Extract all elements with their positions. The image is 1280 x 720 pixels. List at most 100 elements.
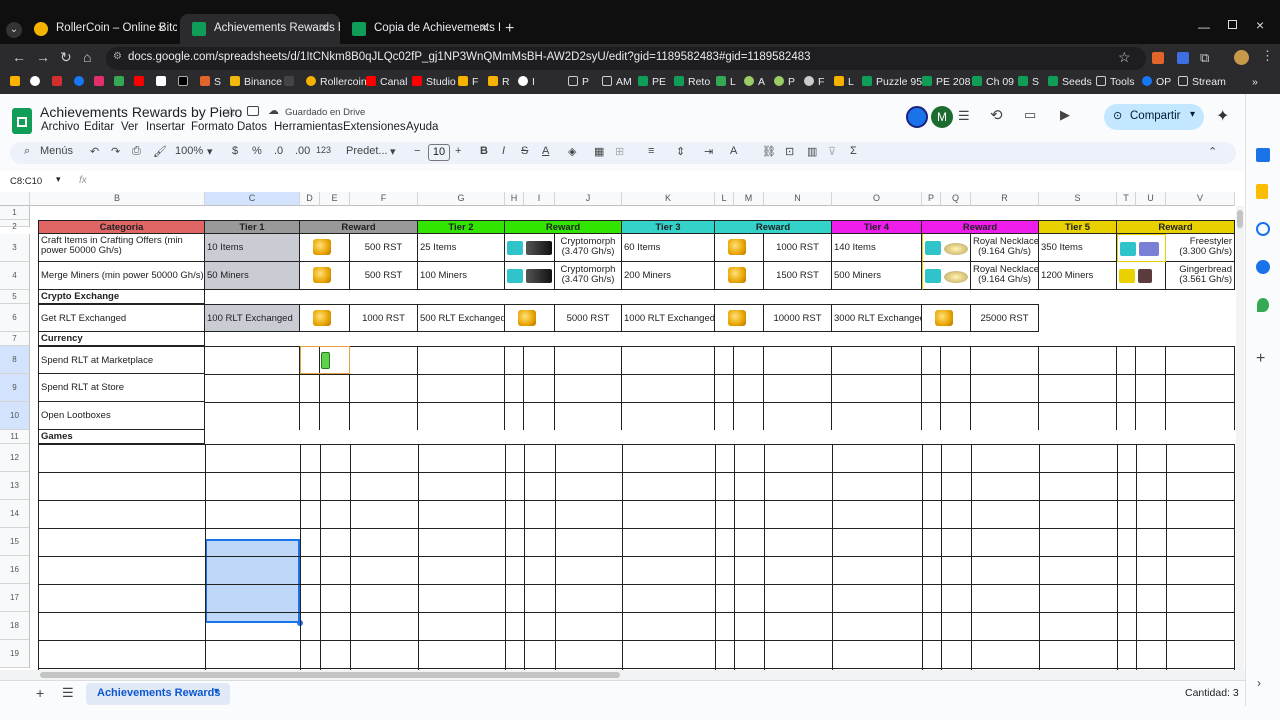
bookmark-op[interactable]: OP	[1142, 76, 1171, 88]
vertical-scrollbar[interactable]	[1236, 206, 1244, 670]
cell-category[interactable]: Get RLT Exchanged	[38, 304, 205, 332]
menu-editar[interactable]: Editar	[84, 121, 114, 133]
add-sheet-icon[interactable]: +	[36, 685, 44, 701]
minimize-window-icon[interactable]: —	[1198, 20, 1210, 34]
header-tier1[interactable]: Tier 1	[205, 220, 300, 234]
header-tier2[interactable]: Tier 2	[418, 220, 505, 234]
menu-ver[interactable]: Ver	[121, 121, 138, 133]
bookmark-seeds[interactable]: Seeds	[1048, 76, 1092, 88]
header-tier5[interactable]: Tier 5	[1039, 220, 1117, 234]
bookmark-x-icon[interactable]	[178, 76, 192, 88]
bookmark-icon-only[interactable]	[114, 76, 128, 88]
cell-reward2[interactable]: 5000 RST	[555, 304, 622, 332]
cell-tier1[interactable]: 50 Miners	[205, 262, 300, 290]
insert-link-icon[interactable]: ⛓	[762, 145, 776, 158]
close-tab-icon[interactable]: ×	[157, 20, 165, 35]
cell-tier5[interactable]: 1200 Miners	[1039, 262, 1117, 290]
text-rotation-icon[interactable]: A	[730, 145, 737, 157]
cell-tier3[interactable]: 60 Items	[622, 234, 715, 262]
menu-archivo[interactable]: Archivo	[41, 121, 79, 133]
chevron-down-icon[interactable]: ▾	[207, 145, 213, 158]
row-header[interactable]: 14	[0, 500, 30, 528]
home-icon[interactable]: ⌂	[83, 49, 91, 65]
share-button[interactable]: ⊙ Compartir ▾	[1104, 104, 1204, 130]
cell-tier4[interactable]: 3000 RLT Exchanged	[832, 304, 922, 332]
bookmark-icon-only[interactable]	[156, 76, 170, 88]
formula-input[interactable]	[100, 172, 1240, 191]
cell-reward1-icon[interactable]	[300, 304, 350, 332]
extension-icon[interactable]	[1152, 52, 1164, 64]
cell-tier4[interactable]: 500 Miners	[832, 262, 922, 290]
cell-reward3-icon[interactable]	[715, 304, 764, 332]
cell-reward2-icon[interactable]	[505, 262, 555, 290]
bookmark-f2[interactable]: F	[804, 76, 824, 88]
cell-tier1[interactable]: 100 RLT Exchanged	[205, 304, 300, 332]
calendar-icon[interactable]	[1256, 148, 1270, 162]
bookmark-icon-only[interactable]	[74, 76, 88, 88]
header-tier4[interactable]: Tier 4	[832, 220, 922, 234]
cell-reward5[interactable]: Freestyler (3.300 Gh/s)	[1166, 234, 1235, 262]
keep-icon[interactable]	[1256, 184, 1268, 199]
browser-tab-copia[interactable]: Copia de Achievements Reward ×	[340, 14, 500, 44]
column-header[interactable]: R	[971, 192, 1039, 206]
row-header[interactable]: 12	[0, 444, 30, 472]
bookmark-r[interactable]: R	[488, 76, 510, 88]
text-wrap-icon[interactable]: ⇥	[704, 145, 713, 158]
back-icon[interactable]: ←	[12, 49, 26, 65]
increase-decimals[interactable]: .00	[295, 145, 310, 157]
name-box[interactable]: C8:C10	[10, 176, 42, 187]
sheet-tab-active[interactable]: Achievements Rewards ▾	[86, 683, 230, 705]
cell-tier3[interactable]: 200 Miners	[622, 262, 715, 290]
cell-reward1[interactable]: 500 RST	[350, 262, 418, 290]
version-history-icon[interactable]: ⟲	[990, 106, 1003, 124]
cell-tier3[interactable]: 1000 RLT Exchanged	[622, 304, 715, 332]
cell-tier4[interactable]: 140 Items	[832, 234, 922, 262]
star-icon[interactable]: ☆	[225, 104, 237, 120]
cell-reward3[interactable]: 10000 RST	[764, 304, 832, 332]
bookmark-reto[interactable]: Reto	[674, 76, 710, 88]
cell-reward1[interactable]: 500 RST	[350, 234, 418, 262]
cell-tier5[interactable]: 350 Items	[1039, 234, 1117, 262]
comments-icon[interactable]: ▭	[1024, 107, 1036, 123]
functions-icon[interactable]: Σ	[850, 145, 857, 157]
all-sheets-icon[interactable]: ☰	[62, 685, 74, 701]
font-select[interactable]: Predet...	[346, 145, 388, 157]
row-header[interactable]: 3	[0, 234, 30, 262]
row-header[interactable]: 9	[0, 374, 30, 402]
sheets-logo-icon[interactable]	[12, 108, 32, 134]
cell-reward4[interactable]: Royal Necklace (9.164 Gh/s)	[971, 262, 1039, 290]
more-formats[interactable]: 123	[316, 145, 331, 155]
font-size-input[interactable]: 10	[428, 144, 450, 161]
tab-list-chevron-icon[interactable]: ⌄	[6, 22, 22, 38]
menu-insertar[interactable]: Insertar	[146, 121, 185, 133]
document-title[interactable]: Achievements Rewards by Piero	[40, 104, 242, 120]
row-header[interactable]: 1	[0, 206, 30, 220]
bookmark-f[interactable]: F	[458, 76, 478, 88]
column-header[interactable]: K	[622, 192, 715, 206]
bookmark-icon-only[interactable]	[30, 76, 44, 88]
cell-tier2[interactable]: 500 RLT Exchanged	[418, 304, 505, 332]
bookmark-icon-only[interactable]	[52, 76, 66, 88]
meet-icon[interactable]: ▶	[1060, 107, 1070, 123]
bookmark-studio[interactable]: Studio	[412, 76, 456, 88]
scrollbar-thumb[interactable]	[1237, 210, 1243, 228]
row-header[interactable]: 11	[0, 430, 30, 444]
horizontal-scrollbar[interactable]	[0, 670, 1245, 680]
text-color-icon[interactable]: A	[542, 145, 549, 157]
bookmark-l[interactable]: L	[716, 76, 736, 88]
column-header[interactable]: H	[505, 192, 524, 206]
increase-font-size-icon[interactable]: +	[455, 145, 461, 157]
collaborator-avatar[interactable]	[906, 106, 928, 128]
cell-reward1-icon[interactable]	[300, 234, 350, 262]
insert-chart-icon[interactable]: ▥	[807, 145, 817, 158]
cell-reward4[interactable]: 25000 RST	[971, 304, 1039, 332]
cell-reward4-icon[interactable]	[922, 304, 971, 332]
bookmark-l2[interactable]: L	[834, 76, 854, 88]
bookmark-am[interactable]: AM	[602, 76, 632, 88]
column-header[interactable]: D	[300, 192, 320, 206]
menu-extensiones[interactable]: Extensiones	[343, 121, 406, 133]
row-header[interactable]: 15	[0, 528, 30, 556]
column-header[interactable]: G	[418, 192, 505, 206]
column-header[interactable]: E	[320, 192, 350, 206]
redo-icon[interactable]: ↷	[111, 145, 120, 158]
